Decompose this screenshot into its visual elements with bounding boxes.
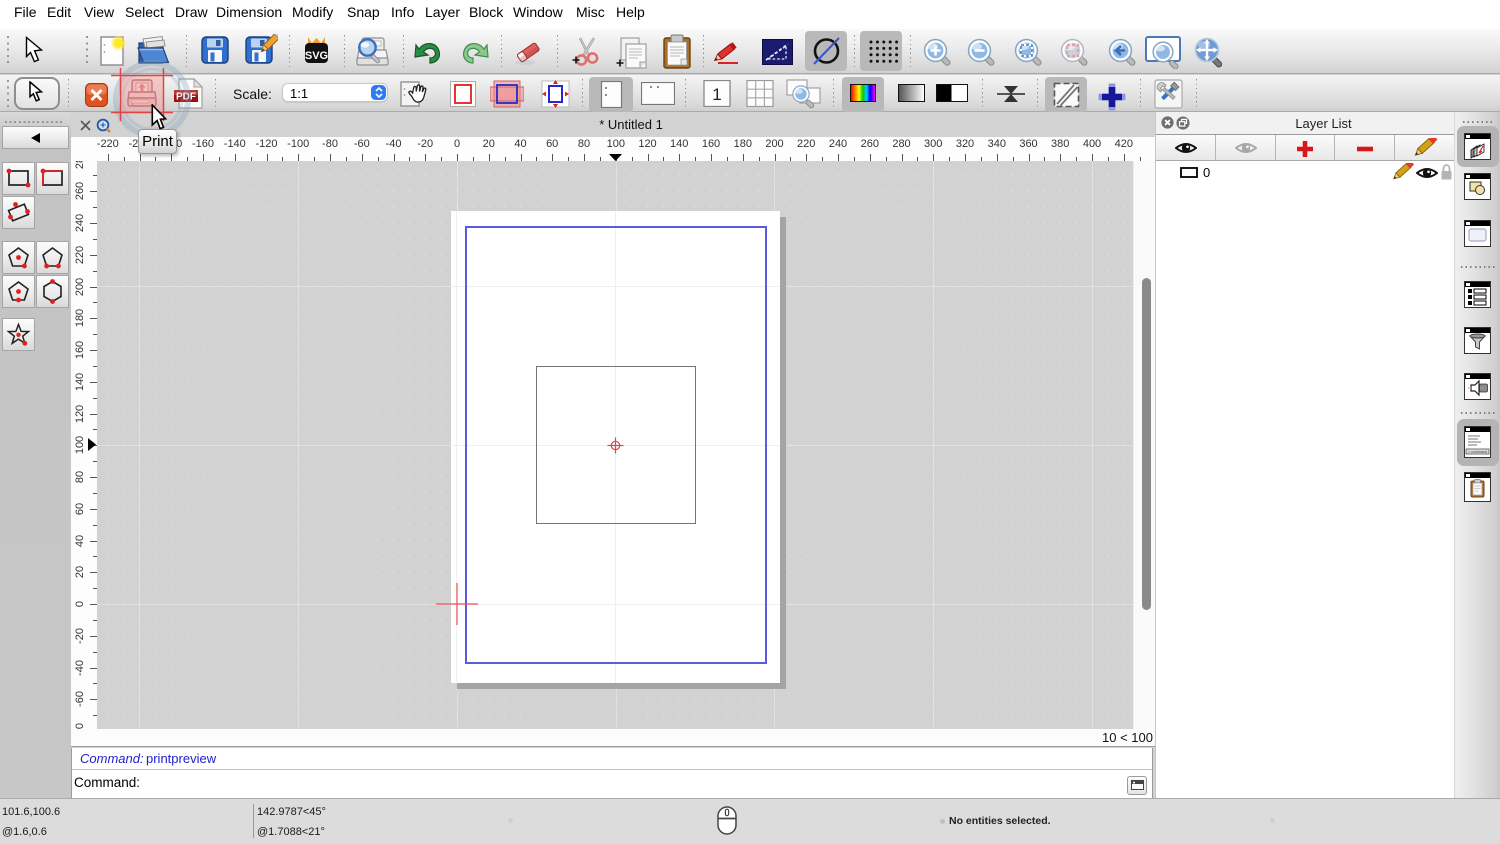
svg-text:> command: > command xyxy=(1468,450,1487,454)
svg-text:1: 1 xyxy=(712,85,721,104)
svg-text:SVG: SVG xyxy=(305,50,328,62)
